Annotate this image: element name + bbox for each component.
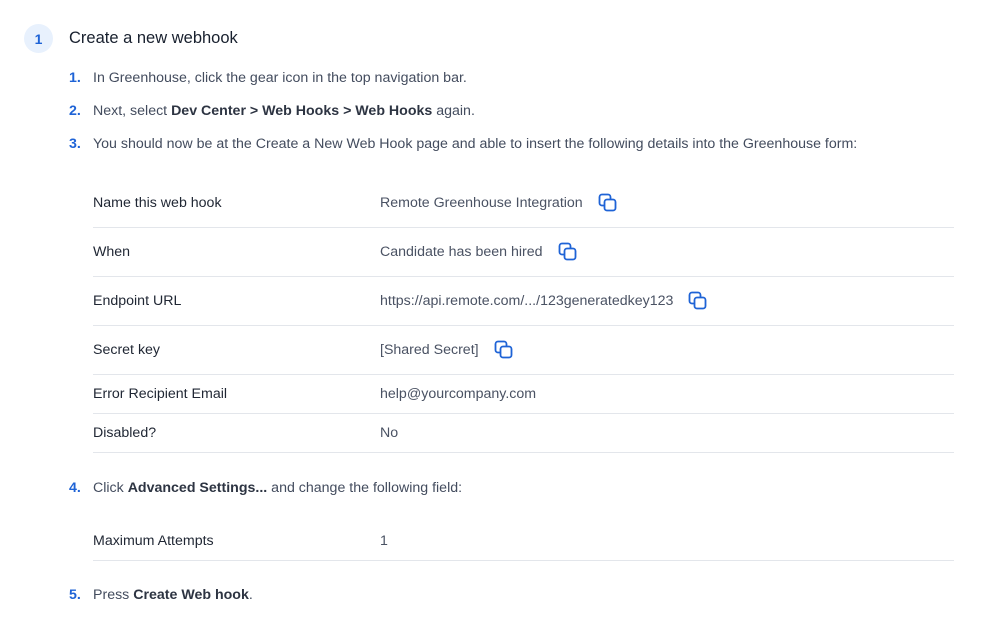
field-label: Secret key: [93, 342, 161, 358]
field-value-cell: Candidate has been hired: [380, 241, 579, 263]
instruction-emphasis: Advanced Settings...: [127, 480, 268, 496]
table-row: Disabled? No: [93, 414, 954, 453]
field-value-cell: help@yourcompany.com: [380, 386, 536, 402]
instruction-number: 4.: [69, 480, 81, 496]
step-header: 1 Create a new webhook: [24, 24, 238, 53]
instruction-fragment: Click: [93, 480, 128, 496]
field-value: No: [380, 425, 399, 441]
instruction-text: Click Advanced Settings... and change th…: [93, 480, 462, 496]
field-label: Disabled?: [93, 425, 157, 441]
instruction-emphasis: Create Web hook: [133, 587, 249, 603]
step-title: Create a new webhook: [69, 29, 238, 47]
instruction-item: 3. You should now be at the Create a New…: [69, 136, 857, 152]
instruction-item: 5. Press Create Web hook.: [69, 587, 253, 603]
instruction-item: 2. Next, select Dev Center > Web Hooks >…: [69, 103, 475, 119]
table-row: Name this web hook Remote Greenhouse Int…: [93, 179, 954, 228]
instruction-fragment: Press: [93, 587, 134, 603]
field-label: Maximum Attempts: [93, 533, 214, 549]
instruction-fragment: again.: [432, 103, 475, 119]
instruction-fragment: .: [248, 587, 253, 603]
instruction-fragment: Next, select: [93, 103, 172, 119]
instruction-item: 1. In Greenhouse, click the gear icon in…: [69, 70, 467, 86]
instruction-number: 3.: [69, 136, 81, 152]
field-label: Endpoint URL: [93, 293, 182, 309]
instruction-fragment: In Greenhouse, click the gear icon in th…: [93, 70, 467, 86]
step-number-badge: 1: [24, 24, 53, 53]
table-row: Endpoint URL https://api.remote.com/.../…: [93, 277, 954, 326]
field-value-cell: Remote Greenhouse Integration: [380, 192, 619, 214]
instruction-fragment: You should now be at the Create a New We…: [93, 136, 858, 152]
table-row: Maximum Attempts 1: [93, 522, 954, 561]
instruction-number: 1.: [69, 70, 81, 86]
instruction-text: Press Create Web hook.: [93, 587, 253, 603]
instruction-text: You should now be at the Create a New We…: [93, 136, 857, 152]
instruction-fragment: and change the following field:: [267, 480, 463, 496]
copy-icon[interactable]: [597, 192, 619, 214]
copy-icon[interactable]: [493, 339, 515, 361]
field-value: Candidate has been hired: [380, 244, 543, 260]
instruction-text: Next, select Dev Center > Web Hooks > We…: [93, 103, 475, 119]
instruction-item: 4. Click Advanced Settings... and change…: [69, 480, 462, 496]
field-value-cell: [Shared Secret]: [380, 339, 515, 361]
field-value-cell: https://api.remote.com/.../123generatedk…: [380, 290, 709, 312]
table-row: Error Recipient Email help@yourcompany.c…: [93, 375, 954, 414]
field-label: Name this web hook: [93, 195, 222, 211]
field-label: When: [93, 244, 131, 260]
instruction-number: 5.: [69, 587, 81, 603]
field-value: 1: [380, 533, 388, 549]
instruction-number: 2.: [69, 103, 81, 119]
field-label: Error Recipient Email: [93, 386, 228, 402]
field-value: https://api.remote.com/.../123generatedk…: [380, 293, 674, 309]
table-row: When Candidate has been hired: [93, 228, 954, 277]
instruction-text: In Greenhouse, click the gear icon in th…: [93, 70, 467, 86]
field-value: [Shared Secret]: [380, 342, 479, 358]
instruction-emphasis: Dev Center > Web Hooks > Web Hooks: [171, 103, 433, 119]
copy-icon[interactable]: [557, 241, 579, 263]
field-value-cell: No: [380, 425, 398, 441]
copy-icon[interactable]: [687, 290, 709, 312]
field-value: help@yourcompany.com: [380, 386, 537, 402]
table-row: Secret key [Shared Secret]: [93, 326, 954, 375]
field-value: Remote Greenhouse Integration: [380, 195, 583, 211]
field-value-cell: 1: [380, 533, 388, 549]
